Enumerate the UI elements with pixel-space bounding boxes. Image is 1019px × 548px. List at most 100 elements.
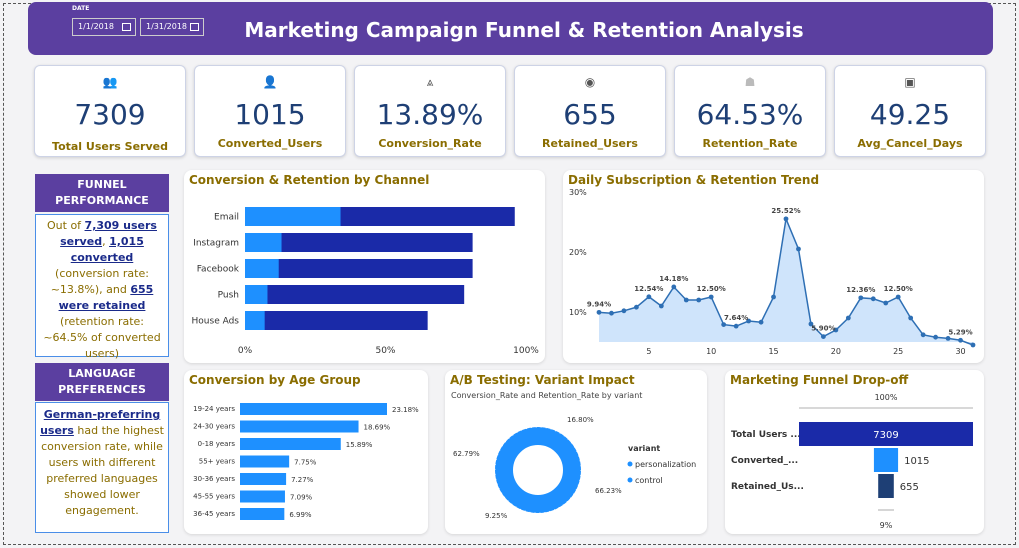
trend-point [883,300,889,306]
trend-point [733,323,739,329]
funnel-value-label: 7309 [873,430,898,441]
kpi-label: Total Users Served [52,140,168,153]
kpi-label: Retained_Users [542,137,638,150]
user-check-icon: 👤 [262,75,278,89]
kpi-value: 49.25 [869,98,951,131]
age-label: 45-55 years [193,493,235,501]
age-bar [240,473,287,485]
trend-point [683,297,689,303]
kpi-card-total-users[interactable]: 👥 7309 Total Users Served [34,65,186,157]
kpi-card-converted-users[interactable]: 👤 1015 Converted_Users [194,65,346,157]
y-tick-label: 20% [569,248,587,257]
data-label: 14.18% [659,275,688,283]
channel-chart-panel: Conversion & Retention by Channel Email I… [184,170,545,363]
channel-label: Email [214,213,239,223]
data-label: 12.36% [846,286,875,294]
y-tick-label: 30% [569,188,587,197]
camera-icon: ▣ [904,75,916,89]
trend-point [895,294,901,300]
trend-point [609,310,614,316]
x-tick-label: 15 [768,347,778,356]
x-tick-label: 30 [955,347,965,356]
header-bar: DATE 1/1/2018 1/31/2018 Marketing Campai… [28,2,993,55]
data-label: 12.54% [634,285,663,293]
dropoff-panel: Marketing Funnel Drop-off 100% Total User… [725,370,984,534]
kpi-card-conversion-rate[interactable]: ⩓ 13.89% Conversion_Rate [354,65,506,157]
age-value-label: 15.89% [346,441,373,449]
funnel-value-label: 655 [900,482,919,493]
kpi-card-retained-users[interactable]: ◉ 655 Retained_Users [514,65,666,157]
legend-title: variant [628,444,660,453]
age-bar [240,508,285,520]
x-tick-label: 50% [375,346,395,356]
x-tick-label: 25 [893,347,903,356]
daily-trend-chart: 10% 20% 30% 9.94% 12.54% 14.18% 12.50% 7.64% 25.… [569,188,976,356]
slice-label: 62.79% [453,450,480,458]
ab-donut-chart: 16.80% 66.23% 9.25% 62.79% variant personaliz… [453,416,696,520]
funnel-stage-label: Total Users ... [731,430,801,440]
age-value-label: 7.75% [294,459,317,467]
age-bar [240,438,341,450]
y-tick-label: 10% [569,308,587,317]
conversion-bar [245,233,282,252]
trend-point [970,342,976,348]
age-label: 36-45 years [193,510,235,518]
trend-point [658,303,664,309]
conversion-bar [245,311,265,330]
age-value-label: 18.69% [364,424,391,432]
trend-point [783,216,789,222]
retention-bar [245,285,465,304]
daily-trend-panel: Daily Subscription & Retention Trend 10%… [563,170,984,363]
funnel-value-label: 1015 [904,456,929,467]
data-label: 5.90% [811,325,835,333]
kpi-value: 13.89% [376,98,484,131]
age-bar [240,490,285,503]
age-label: 19-24 years [193,405,235,413]
age-label: 24-30 years [193,423,235,431]
funnel-stage-label: Converted_... [731,456,798,466]
slice-label: 66.23% [595,487,622,495]
kpi-value: 1015 [234,98,306,131]
trend-point [933,334,938,340]
user-circle-icon: ◉ [584,75,596,89]
kpi-label: Conversion_Rate [378,137,482,150]
trend-point [845,315,851,321]
age-label: 55+ years [199,458,236,466]
funnel-performance-text: Out of 7,309 users served, 1,015 convert… [35,214,169,360]
top-label: 100% [875,393,898,402]
age-label: 30-36 years [193,475,235,483]
trend-point [646,294,652,300]
age-value-label: 23.18% [392,406,419,414]
kpi-card-retention-rate[interactable]: ☗ 64.53% Retention_Rate [674,65,826,157]
trend-point [721,322,727,327]
trend-point [771,294,776,300]
trend-point [596,309,602,315]
funnel-stage-label: Retained_Us... [731,482,804,492]
funnel-icon: ⩓ [426,75,434,89]
trend-point [858,295,864,301]
channel-label: Instagram [193,239,239,249]
date-label: DATE [72,5,90,12]
channel-label: Facebook [197,265,240,275]
dashboard-title: Marketing Campaign Funnel & Retention An… [244,18,804,42]
language-preferences-heading: LANGUAGE PREFERENCES [35,363,169,401]
text-span: , [102,235,110,248]
legend-item: control [635,476,663,485]
kpi-label: Retention_Rate [702,137,798,150]
channel-label: Push [218,291,239,301]
conversion-bar [245,285,268,304]
kpi-label: Converted_Users [217,137,323,150]
age-value-label: 6.99% [289,511,312,519]
donut-ring [495,427,581,513]
retention-bar [245,311,428,330]
channel-label: House Ads [192,317,240,327]
text-span: had the highest conversion rate, while u… [41,424,164,517]
funnel-bar [873,448,899,472]
age-value-label: 7.09% [290,494,313,502]
age-value-label: 7.27% [291,476,314,484]
users-icon: 👥 [102,75,118,89]
conversion-bar [245,207,341,226]
legend-dot [627,461,633,467]
kpi-card-avg-cancel-days[interactable]: ▣ 49.25 Avg_Cancel_Days [834,65,986,157]
data-label: 5.29% [948,328,972,336]
